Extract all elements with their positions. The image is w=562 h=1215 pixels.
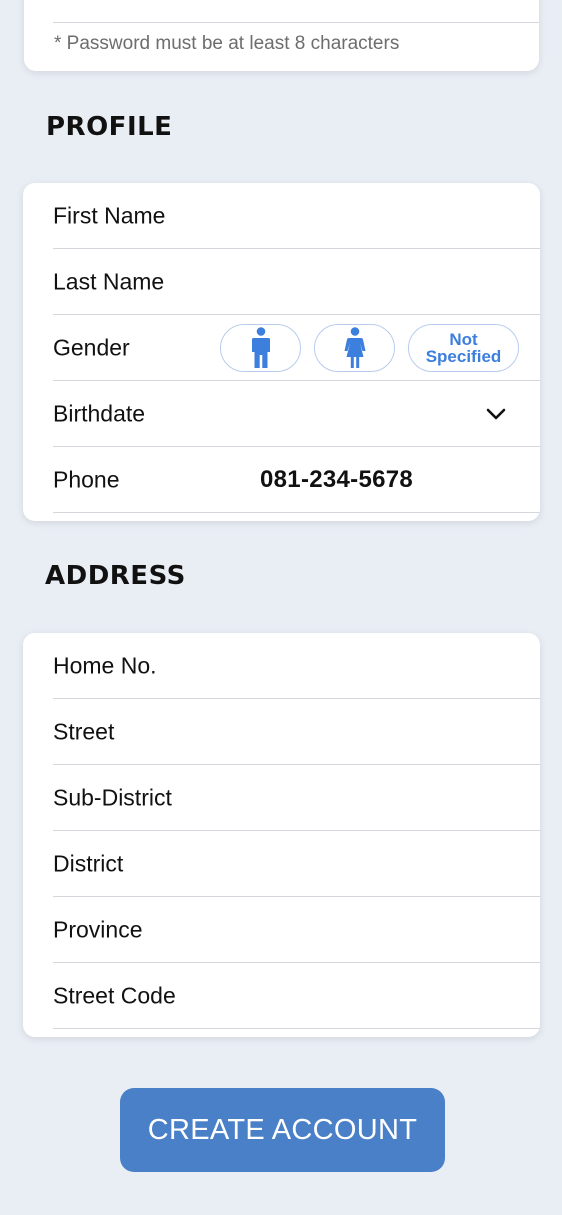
not-specified-label: Not Specified (425, 329, 502, 366)
province-field[interactable]: Province (53, 897, 540, 963)
profile-card: First Name Last Name Gender Not Specifie… (23, 183, 540, 521)
phone-label: Phone (53, 466, 120, 492)
phone-field[interactable]: Phone 081-234-5678 (53, 447, 540, 513)
birthdate-label: Birthdate (53, 400, 146, 426)
street-field[interactable]: Street (53, 699, 540, 765)
last-name-label: Last Name (53, 268, 165, 294)
home-no-label: Home No. (53, 652, 157, 678)
address-card: Home No. Street Sub-District District Pr… (23, 633, 540, 1037)
birthdate-field[interactable]: Birthdate (53, 381, 540, 447)
gender-field: Gender Not Specified (53, 315, 540, 381)
chevron-down-icon[interactable] (485, 407, 507, 421)
password-card: * Password must be at least 8 characters (24, 0, 539, 71)
gender-not-specified-button[interactable]: Not Specified (408, 323, 519, 372)
address-section-title: ADDRESS (45, 561, 186, 591)
gender-male-button[interactable] (220, 323, 301, 372)
male-person-icon (251, 326, 270, 368)
first-name-field[interactable]: First Name (53, 183, 540, 249)
district-label: District (53, 850, 124, 876)
street-code-label: Street Code (53, 982, 176, 1008)
district-field[interactable]: District (53, 831, 540, 897)
create-account-button[interactable]: CREATE ACCOUNT (120, 1088, 445, 1172)
last-name-field[interactable]: Last Name (53, 249, 540, 315)
password-field-divider (53, 22, 539, 23)
sub-district-label: Sub-District (53, 784, 172, 810)
password-hint: * Password must be at least 8 characters (54, 33, 400, 54)
sub-district-field[interactable]: Sub-District (53, 765, 540, 831)
gender-female-button[interactable] (314, 323, 395, 372)
street-label: Street (53, 718, 115, 744)
first-name-label: First Name (53, 202, 166, 228)
street-code-field[interactable]: Street Code (53, 963, 540, 1029)
registration-form: * Password must be at least 8 characters… (0, 0, 562, 1215)
profile-section-title: PROFILE (46, 112, 173, 142)
gender-options: Not Specified (220, 323, 519, 372)
phone-value: 081-234-5678 (260, 465, 414, 493)
gender-label: Gender (53, 334, 130, 360)
female-person-icon (344, 326, 365, 368)
home-no-field[interactable]: Home No. (53, 633, 540, 699)
province-label: Province (53, 916, 143, 942)
